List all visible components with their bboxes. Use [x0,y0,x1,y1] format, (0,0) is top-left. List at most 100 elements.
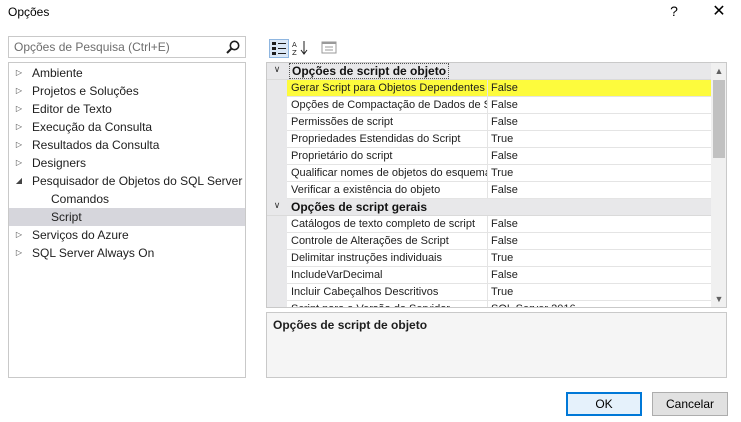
property-value[interactable]: False [488,97,711,114]
property-name[interactable]: IncludeVarDecimal [287,267,488,284]
property-grid: ∨ Opções de script de objeto Gerar Script … [266,62,727,308]
grid-row-margin [267,301,287,307]
search-icon[interactable] [225,39,241,55]
property-name[interactable]: Propriedades Estendidas do Script [287,131,488,148]
expanded-arrow-icon[interactable]: ◢ [14,172,24,190]
grid-row[interactable]: Permissões de script False [267,114,711,131]
collapsed-arrow-icon[interactable]: ▷ [14,226,24,244]
grid-category[interactable]: ∨ Opções de script gerais [267,199,711,216]
tree-item-label: Projetos e Soluções [32,84,139,98]
grid-scrollbar[interactable]: ▲ ▼ [711,63,726,307]
tree-item-label: Pesquisador de Objetos do SQL Server [32,174,243,188]
property-value[interactable]: False [488,114,711,131]
grid-category[interactable]: ∨ Opções de script de objeto [267,63,711,80]
grid-category-label: Opções de script gerais [291,200,428,214]
collapsed-arrow-icon[interactable]: ▷ [14,154,24,172]
close-button[interactable]: ✕ [706,1,732,25]
grid-row[interactable]: IncludeVarDecimal False [267,267,711,284]
property-name[interactable]: Qualificar nomes de objetos do esquema [287,165,488,182]
tree-item[interactable]: Comandos [9,190,245,208]
options-tree: ▷ Ambiente ▷ Projetos e Soluções ▷ Editor de … [8,62,246,378]
grid-row[interactable]: Proprietário do script False [267,148,711,165]
scroll-up-icon[interactable]: ▲ [711,63,726,79]
tree-item[interactable]: ▷ Designers [9,154,245,172]
scroll-thumb[interactable] [713,80,725,158]
grid-row[interactable]: Verificar a existência do objeto False [267,182,711,199]
tree-item-label: Script [51,210,82,224]
tree-item[interactable]: ▷ Serviços do Azure [9,226,245,244]
grid-row[interactable]: Qualificar nomes de objetos do esquema Tr… [267,165,711,182]
grid-row-margin [267,250,287,267]
cancel-button[interactable]: Cancelar [652,392,728,416]
collapsed-arrow-icon[interactable]: ▷ [14,244,24,262]
property-pages-button[interactable] [320,39,340,58]
grid-row[interactable]: Delimitar instruções individuais True [267,250,711,267]
property-value[interactable]: False [488,182,711,199]
svg-text:Z: Z [292,49,297,56]
chevron-down-icon[interactable]: ∨ [271,64,283,75]
tree-item[interactable]: ▷ Editor de Texto [9,100,245,118]
property-value[interactable]: True [488,131,711,148]
property-value[interactable]: False [488,267,711,284]
grid-category-label: Opções de script de objeto [289,63,450,79]
property-name[interactable]: Gerar Script para Objetos Dependentes [287,80,488,97]
property-name[interactable]: Delimitar instruções individuais [287,250,488,267]
tree-item-label: SQL Server Always On [32,246,155,260]
property-value[interactable]: False [488,148,711,165]
grid-row-margin [267,131,287,148]
property-name[interactable]: Proprietário do script [287,148,488,165]
property-value[interactable]: False [488,216,711,233]
tree-item[interactable]: ▷ Resultados da Consulta [9,136,245,154]
property-name[interactable]: Verificar a existência do objeto [287,182,488,199]
grid-row-margin [267,233,287,250]
grid-row[interactable]: Incluir Cabeçalhos Descritivos True [267,284,711,301]
tree-item[interactable]: Script [9,208,245,226]
property-value[interactable]: True [488,284,711,301]
grid-row[interactable]: Script para a Versão do ServidorSQL Serv… [267,301,711,307]
grid-row[interactable]: Gerar Script para Objetos Dependentes Fal… [267,80,711,97]
scroll-down-icon[interactable]: ▼ [711,291,726,307]
property-pages-icon [321,41,337,54]
property-name[interactable]: Permissões de script [287,114,488,131]
alphabetical-button[interactable]: A Z [291,39,311,58]
grid-row-margin [267,267,287,284]
search-box [8,36,246,58]
property-value[interactable]: True [488,250,711,267]
grid-row-margin [267,114,287,131]
search-input[interactable] [9,37,221,57]
tree-item[interactable]: ◢ Pesquisador de Objetos do SQL Server [9,172,245,190]
collapsed-arrow-icon[interactable]: ▷ [14,100,24,118]
ok-button[interactable]: OK [566,392,642,416]
help-button[interactable]: ? [663,3,685,23]
tree-item[interactable]: ▷ Projetos e Soluções [9,82,245,100]
collapsed-arrow-icon[interactable]: ▷ [14,136,24,154]
property-value[interactable]: True [488,165,711,182]
tree-item[interactable]: ▷ Execução da Consulta [9,118,245,136]
property-name[interactable]: Catálogos de texto completo de script [287,216,488,233]
grid-row[interactable]: Propriedades Estendidas do Script True [267,131,711,148]
categorized-button[interactable] [269,39,289,58]
categorized-view-icon [272,42,286,55]
collapsed-arrow-icon[interactable]: ▷ [14,64,24,82]
svg-text:A: A [292,41,297,49]
property-value[interactable]: False [488,80,711,97]
property-name[interactable]: Script para a Versão do Servidor [287,301,488,307]
title-bar: Opções ? ✕ [0,0,741,28]
collapsed-arrow-icon[interactable]: ▷ [14,118,24,136]
collapsed-arrow-icon[interactable]: ▷ [14,82,24,100]
tree-item-label: Editor de Texto [32,102,112,116]
tree-item-label: Resultados da Consulta [32,138,160,152]
chevron-down-icon[interactable]: ∨ [271,200,283,211]
property-name[interactable]: Incluir Cabeçalhos Descritivos [287,284,488,301]
property-value[interactable]: SQL Server 2016 [488,301,711,307]
property-name[interactable]: Opções de Compactação de Dados de Sc [287,97,488,114]
grid-row[interactable]: Catálogos de texto completo de script Fal… [267,216,711,233]
tree-item[interactable]: ▷ Ambiente [9,64,245,82]
grid-row[interactable]: Opções de Compactação de Dados de Sc Fals… [267,97,711,114]
description-pane: Opções de script de objeto [266,312,727,378]
tree-item[interactable]: ▷ SQL Server Always On [9,244,245,262]
property-name[interactable]: Controle de Alterações de Script [287,233,488,250]
grid-row[interactable]: Controle de Alterações de Script False [267,233,711,250]
description-title: Opções de script de objeto [273,318,428,332]
property-value[interactable]: False [488,233,711,250]
